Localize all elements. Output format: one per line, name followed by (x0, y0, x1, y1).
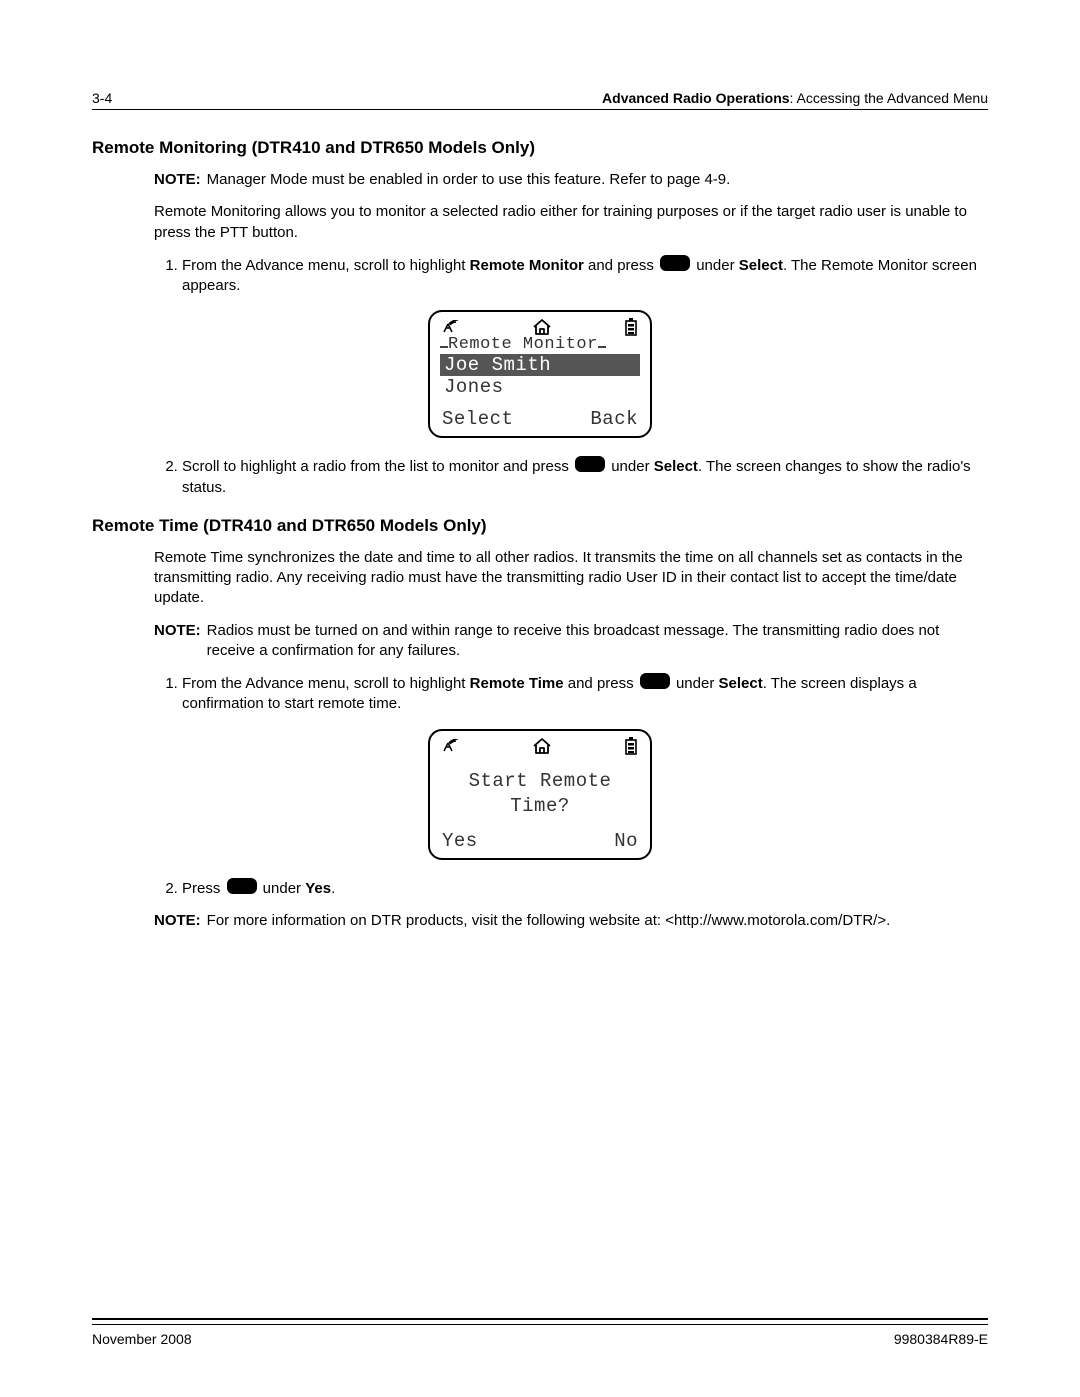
note-block: NOTE: Manager Mode must be enabled in or… (154, 170, 988, 190)
lcd-softkey-right: No (614, 830, 638, 852)
lcd-status-bar (440, 737, 640, 757)
step-2: Press under Yes. (182, 878, 988, 899)
note-label: NOTE: (154, 911, 201, 931)
lcd-screen-remote-monitor: Remote Monitor Joe Smith Jones Select Ba… (428, 310, 652, 438)
section-heading-remote-time: Remote Time (DTR410 and DTR650 Models On… (92, 516, 988, 536)
page-number: 3-4 (92, 90, 112, 106)
page-footer: November 2008 9980384R89-E (92, 1318, 988, 1347)
step-list: Press under Yes. (154, 878, 988, 899)
lcd-screen-remote-time: Start Remote Time? Yes No (428, 729, 652, 860)
step-2: Scroll to highlight a radio from the lis… (182, 456, 988, 498)
paragraph: Remote Monitoring allows you to monitor … (154, 202, 988, 243)
chapter-bold: Advanced Radio Operations (602, 90, 789, 106)
battery-icon (624, 737, 638, 755)
lcd-screen-title: Remote Monitor (448, 335, 598, 354)
note-text: For more information on DTR products, vi… (207, 911, 891, 931)
step-list: From the Advance menu, scroll to highlig… (154, 255, 988, 297)
step-1: From the Advance menu, scroll to highlig… (182, 255, 988, 297)
section-heading-remote-monitoring: Remote Monitoring (DTR410 and DTR650 Mod… (92, 138, 988, 158)
softkey-icon (640, 673, 670, 689)
paragraph: Remote Time synchronizes the date and ti… (154, 548, 988, 609)
chapter-title: Advanced Radio Operations: Accessing the… (602, 90, 988, 106)
lcd-prompt: Start Remote Time? (440, 769, 640, 820)
signal-icon (442, 739, 460, 753)
lcd-softkey-right: Back (590, 408, 638, 430)
lcd-softkey-left: Select (442, 408, 513, 430)
battery-icon (624, 318, 638, 336)
home-icon (532, 319, 552, 335)
step-list: From the Advance menu, scroll to highlig… (154, 673, 988, 715)
note-text: Manager Mode must be enabled in order to… (207, 170, 731, 190)
page-header: 3-4 Advanced Radio Operations: Accessing… (92, 90, 988, 110)
home-icon (532, 738, 552, 754)
chapter-rest: : Accessing the Advanced Menu (790, 90, 988, 106)
softkey-icon (227, 878, 257, 894)
note-label: NOTE: (154, 170, 201, 190)
lcd-softkeys: Select Back (440, 408, 640, 430)
softkey-icon (660, 255, 690, 271)
step-1: From the Advance menu, scroll to highlig… (182, 673, 988, 715)
note-label: NOTE: (154, 621, 201, 662)
softkey-icon (575, 456, 605, 472)
footer-date: November 2008 (92, 1331, 192, 1347)
note-block: NOTE: For more information on DTR produc… (154, 911, 988, 931)
lcd-screen-title-row: Remote Monitor (440, 340, 640, 354)
signal-icon (442, 320, 460, 334)
page: 3-4 Advanced Radio Operations: Accessing… (0, 0, 1080, 1397)
lcd-softkeys: Yes No (440, 830, 640, 852)
lcd-list-item-selected: Joe Smith (440, 354, 640, 376)
step-list: Scroll to highlight a radio from the lis… (154, 456, 988, 498)
note-block: NOTE: Radios must be turned on and withi… (154, 621, 988, 662)
lcd-softkey-left: Yes (442, 830, 478, 852)
lcd-list-item: Jones (440, 376, 640, 398)
footer-docnum: 9980384R89-E (894, 1331, 988, 1347)
note-text: Radios must be turned on and within rang… (207, 621, 988, 662)
footer-rule (92, 1318, 988, 1325)
